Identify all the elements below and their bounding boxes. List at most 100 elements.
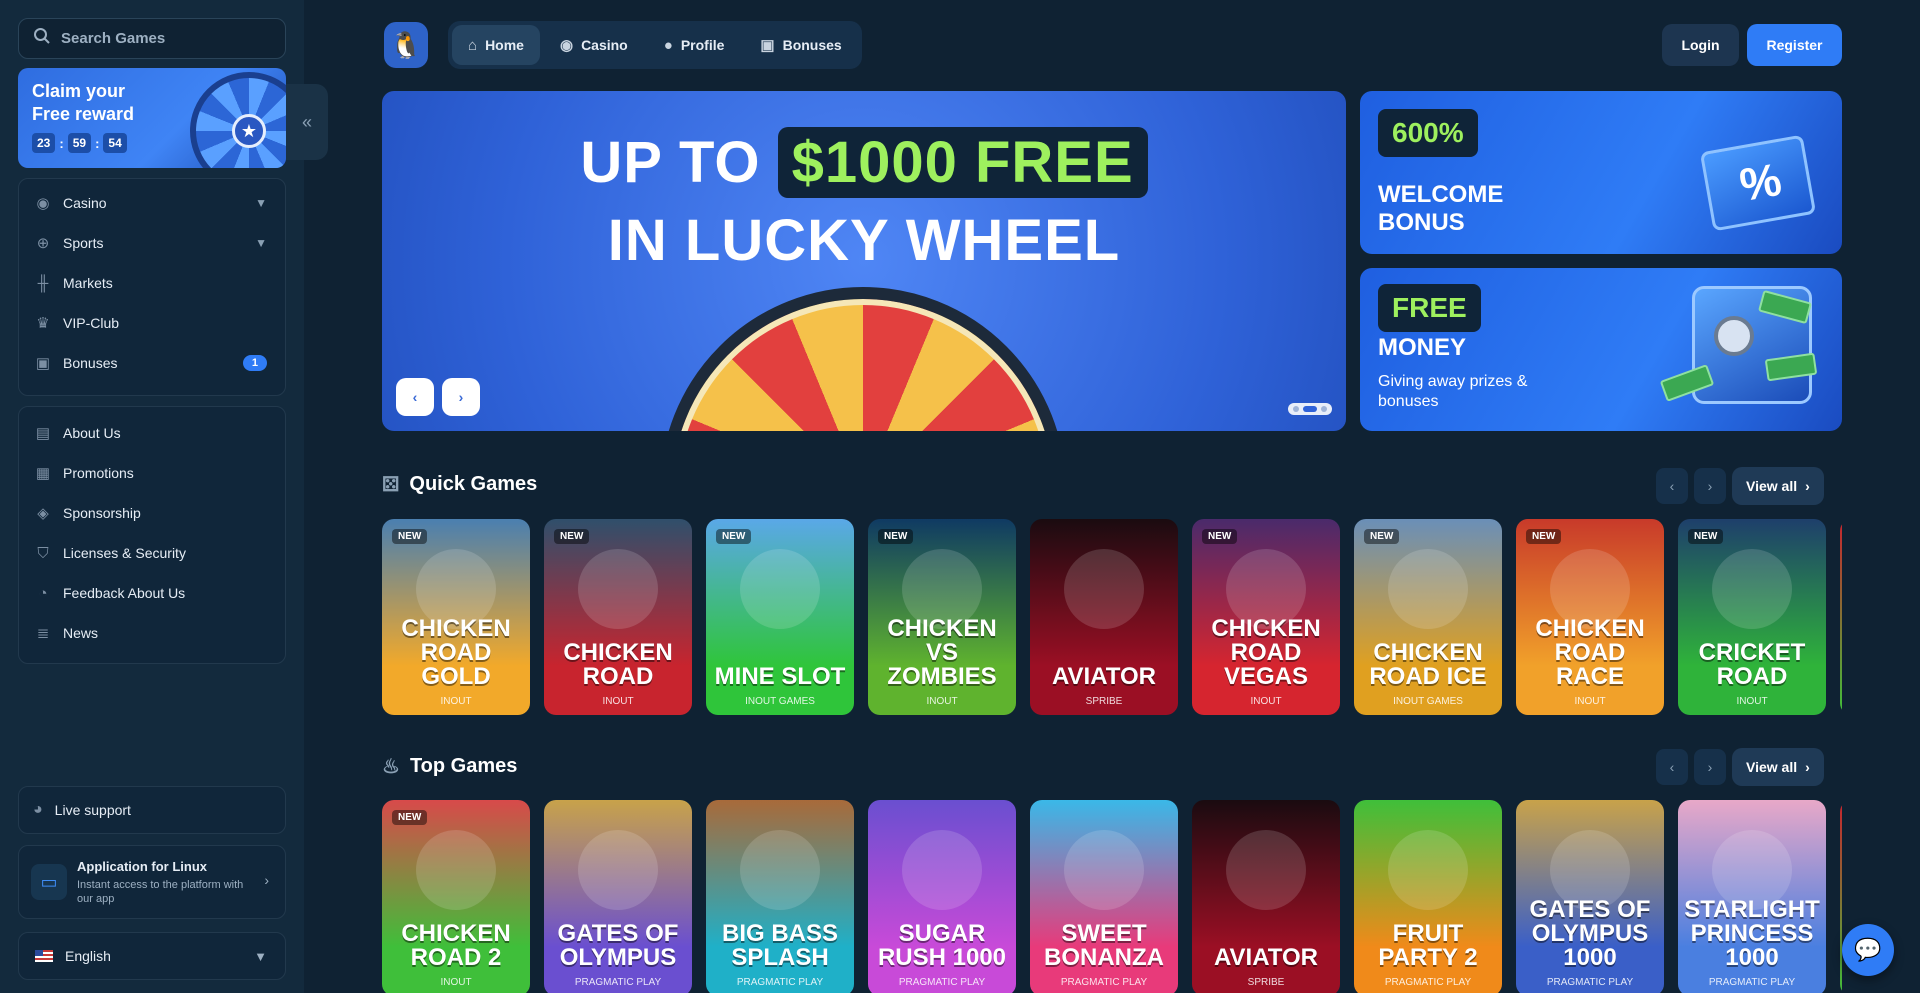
quick-games-next-button[interactable]: ›: [1694, 468, 1726, 504]
tab-label: Profile: [680, 37, 725, 53]
game-card[interactable]: NEW CHICKEN ROAD 2 INOUT: [382, 800, 530, 993]
new-badge: NEW: [392, 529, 428, 544]
quick-games-view-all[interactable]: View all ›: [1732, 467, 1824, 505]
game-provider: PRAGMATIC PLAY: [898, 977, 986, 988]
sidebar-item-casino[interactable]: ◉ Casino ▼: [19, 183, 285, 223]
crown-icon: ♛: [36, 315, 50, 332]
game-provider: INOUT GAMES: [745, 696, 815, 707]
game-card[interactable]: BIG BASS SPLASH PRAGMATIC PLAY: [706, 800, 854, 993]
sidebar-item-licenses[interactable]: ⛉ Licenses & Security: [19, 533, 285, 573]
game-provider: SPRIBE: [1085, 696, 1123, 707]
game-card-partial[interactable]: [1840, 519, 1842, 715]
promo-subtitle: Giving away prizes & bonuses: [1378, 373, 1528, 410]
game-provider: PRAGMATIC PLAY: [736, 977, 824, 988]
top-games-heading: ♨ Top Games: [382, 754, 517, 779]
pagination-dot[interactable]: [1293, 406, 1299, 412]
hero-pagination[interactable]: [1288, 403, 1332, 415]
game-card[interactable]: NEW MINE SLOT INOUT GAMES: [706, 519, 854, 715]
top-games-next-button[interactable]: ›: [1694, 749, 1726, 785]
newspaper-icon: ≣: [36, 625, 50, 642]
sidebar-item-news[interactable]: ≣ News: [19, 613, 285, 653]
game-name: CHICKEN ROAD 2: [401, 920, 511, 971]
sidebar-item-about-us[interactable]: ▤ About Us: [19, 413, 285, 453]
hero-banner[interactable]: UP TO $1000 FREE IN LUCKY WHEEL ‹ ›: [382, 91, 1346, 431]
ticket-icon: ▦: [35, 465, 51, 482]
linux-app-banner[interactable]: ▭ Application for Linux Instant access t…: [18, 845, 286, 919]
login-button[interactable]: Login: [1662, 24, 1739, 66]
game-card[interactable]: GATES OF OLYMPUS PRAGMATIC PLAY: [544, 800, 692, 993]
game-card[interactable]: SWEET BONANZA PRAGMATIC PLAY: [1030, 800, 1178, 993]
game-card[interactable]: NEW CRICKET ROAD INOUT: [1678, 519, 1826, 715]
tab-casino[interactable]: ◉ Casino: [544, 25, 644, 65]
promo-tag: 600%: [1378, 109, 1478, 157]
view-all-label: View all: [1746, 478, 1798, 494]
chevron-down-icon: ▼: [254, 948, 267, 964]
sidebar-item-feedback[interactable]: ◔ Feedback About Us: [19, 573, 285, 613]
timer-hours: 23: [32, 133, 56, 153]
site-logo[interactable]: 🐧: [384, 22, 428, 68]
chat-bubble-icon: 💬: [1854, 937, 1882, 962]
timer-seconds: 54: [103, 133, 127, 153]
pagination-dot[interactable]: [1321, 406, 1327, 412]
game-card[interactable]: NEW CHICKEN ROAD ICE INOUT GAMES: [1354, 519, 1502, 715]
game-card-partial[interactable]: [1840, 800, 1842, 993]
game-artwork: [902, 830, 982, 910]
sidebar-item-markets[interactable]: ╫ Markets: [19, 263, 285, 303]
top-games-view-all[interactable]: View all ›: [1732, 748, 1824, 786]
sidebar-item-sponsorship[interactable]: ◈ Sponsorship: [19, 493, 285, 533]
game-card[interactable]: NEW CHICKEN ROAD RACE INOUT: [1516, 519, 1664, 715]
game-card[interactable]: NEW CHICKEN ROAD VEGAS INOUT: [1192, 519, 1340, 715]
search-input[interactable]: [61, 30, 261, 47]
sidebar: Claim your Free reward 23 : 59 : 54 ★ ◉ …: [0, 0, 304, 993]
live-support-button[interactable]: ◕ Live support: [18, 786, 286, 834]
tab-bonuses[interactable]: ▣ Bonuses: [744, 25, 857, 65]
search-box[interactable]: [18, 18, 286, 59]
game-card[interactable]: NEW CHICKEN ROAD GOLD INOUT: [382, 519, 530, 715]
chevron-right-icon: ›: [1707, 759, 1713, 775]
game-card[interactable]: FRUIT PARTY 2 PRAGMATIC PLAY: [1354, 800, 1502, 993]
search-icon: [33, 27, 51, 50]
chevron-right-icon: ›: [264, 872, 269, 888]
reward-wheel-icon: ★: [190, 72, 286, 168]
game-provider: PRAGMATIC PLAY: [1546, 977, 1634, 988]
flame-icon: ♨: [382, 756, 400, 778]
sidebar-item-label: Bonuses: [63, 355, 118, 371]
game-card[interactable]: STARLIGHT PRINCESS 1000 PRAGMATIC PLAY: [1678, 800, 1826, 993]
game-card[interactable]: AVIATOR SPRIBE: [1030, 519, 1178, 715]
tab-home[interactable]: ⌂ Home: [452, 25, 540, 65]
game-name: BIG BASS SPLASH: [721, 920, 838, 971]
game-artwork: [740, 830, 820, 910]
quick-games-prev-button[interactable]: ‹: [1656, 468, 1688, 504]
game-card[interactable]: NEW CHICKEN VS ZOMBIES INOUT: [868, 519, 1016, 715]
game-artwork: [1712, 549, 1792, 629]
game-card[interactable]: AVIATOR SPRIBE: [1192, 800, 1340, 993]
hero-prev-button[interactable]: ‹: [396, 378, 434, 416]
welcome-bonus-card[interactable]: 600% WELCOME BONUS %: [1360, 91, 1842, 254]
us-flag-icon: [35, 950, 53, 962]
sidebar-item-bonuses[interactable]: ▣ Bonuses 1: [19, 343, 285, 383]
sidebar-item-vip-club[interactable]: ♛ VIP-Club: [19, 303, 285, 343]
game-card[interactable]: GATES OF OLYMPUS 1000 PRAGMATIC PLAY: [1516, 800, 1664, 993]
hero-next-button[interactable]: ›: [442, 378, 480, 416]
promo-tag: FREE: [1378, 284, 1481, 332]
tab-profile[interactable]: ● Profile: [648, 25, 741, 65]
hero-highlight: $1000 FREE: [777, 127, 1148, 198]
game-artwork: [1226, 830, 1306, 910]
view-all-label: View all: [1746, 759, 1798, 775]
game-name: CHICKEN ROAD ICE: [1369, 639, 1487, 690]
free-money-card[interactable]: FREE MONEY Giving away prizes & bonuses: [1360, 268, 1842, 431]
chevron-left-icon: ‹: [1669, 759, 1675, 775]
info-nav-panel: ▤ About Us ▦ Promotions ◈ Sponsorship ⛉ …: [18, 406, 286, 664]
register-button[interactable]: Register: [1747, 24, 1842, 66]
sidebar-item-sports[interactable]: ⊕ Sports ▼: [19, 223, 285, 263]
pagination-dot-active[interactable]: [1303, 406, 1317, 412]
game-card[interactable]: SUGAR RUSH 1000 PRAGMATIC PLAY: [868, 800, 1016, 993]
sidebar-item-promotions[interactable]: ▦ Promotions: [19, 453, 285, 493]
game-card[interactable]: NEW CHICKEN ROAD INOUT: [544, 519, 692, 715]
claim-reward-banner[interactable]: Claim your Free reward 23 : 59 : 54 ★: [18, 68, 286, 168]
collapse-sidebar-button[interactable]: «: [286, 84, 328, 160]
top-games-prev-button[interactable]: ‹: [1656, 749, 1688, 785]
language-selector[interactable]: English ▼: [18, 932, 286, 980]
chat-support-button[interactable]: 💬: [1842, 924, 1894, 976]
bonuses-count-badge: 1: [242, 355, 267, 371]
